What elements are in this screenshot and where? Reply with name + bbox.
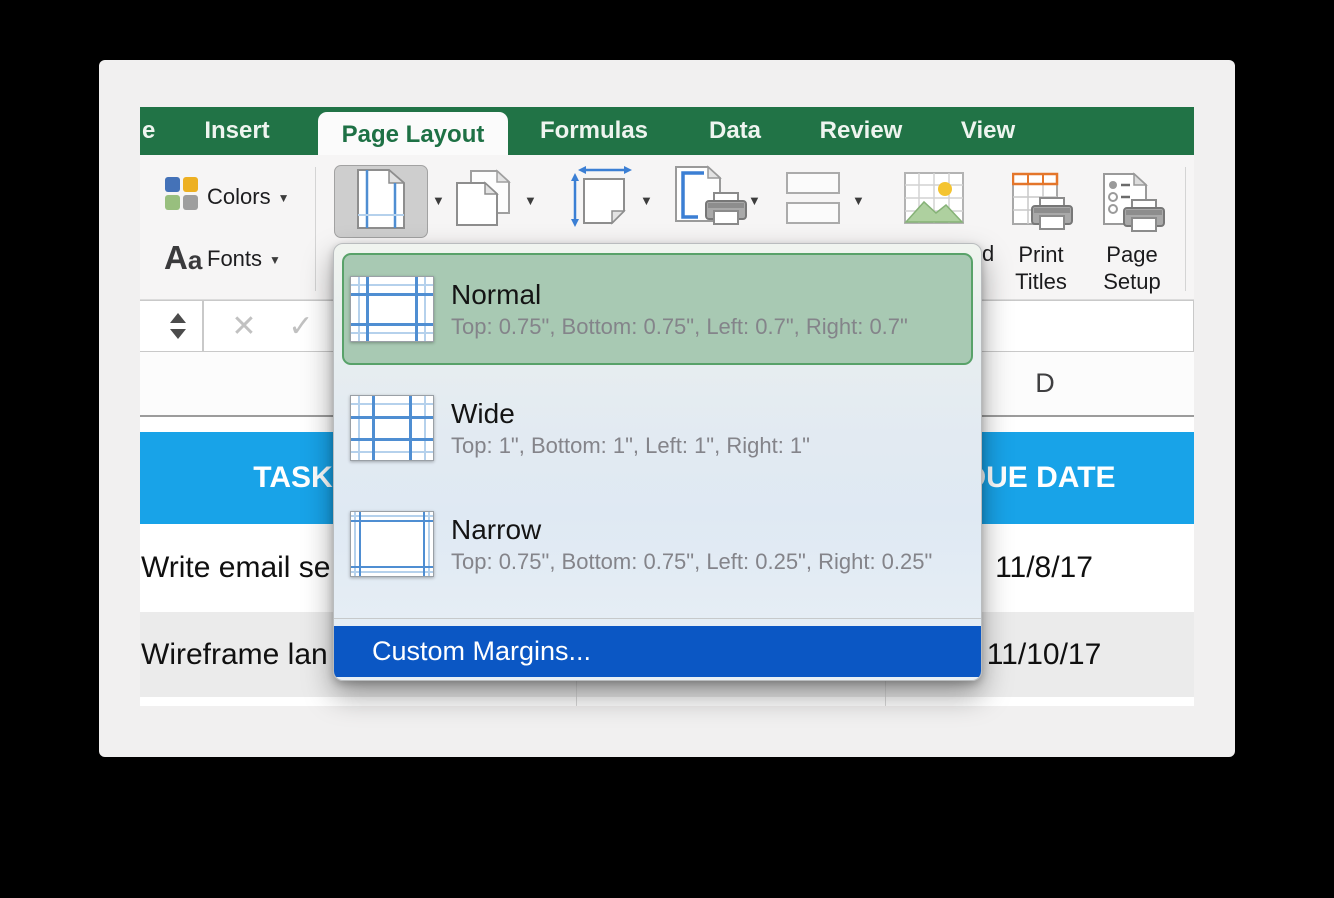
print-titles-label: PrintTitles [1015, 241, 1067, 295]
tab-insert[interactable]: Insert [204, 107, 269, 155]
tab-data[interactable]: Data [709, 107, 761, 155]
print-titles-button[interactable] [1012, 172, 1074, 237]
page-setup-icon [1102, 219, 1166, 236]
tab-formulas[interactable]: Formulas [540, 107, 648, 155]
page-setup-line1: Page [1106, 242, 1157, 267]
tab-view[interactable]: View [961, 107, 1015, 155]
margins-icon [357, 169, 405, 234]
fonts-label: Fonts [207, 246, 262, 271]
menu-item-text: Normal Top: 0.75", Bottom: 0.75", Left: … [451, 279, 908, 340]
cell-task-1[interactable]: Write email se [141, 524, 331, 612]
page-setup-line2: Setup [1103, 269, 1161, 294]
cell-due-date-2[interactable]: 11/10/17 [974, 612, 1114, 697]
print-titles-line2: Titles [1015, 269, 1067, 294]
fonts-icon: Aa [164, 239, 202, 277]
background-icon [904, 215, 964, 232]
menu-item-wide[interactable]: Wide Top: 1", Bottom: 1", Left: 1", Righ… [342, 372, 973, 484]
header-cell-due-date[interactable]: DUE DATE [964, 432, 1115, 524]
page-setup-label: PageSetup [1103, 241, 1161, 295]
fonts-icon-big-a: A [164, 239, 188, 276]
name-box-stepper[interactable] [170, 313, 186, 341]
colors-button[interactable]: Colors ▼ [207, 184, 289, 210]
menu-item-text: Wide Top: 1", Bottom: 1", Left: 1", Righ… [451, 398, 810, 459]
orientation-button[interactable] [455, 169, 521, 232]
menu-item-details: Top: 0.75", Bottom: 0.75", Left: 0.7", R… [451, 314, 908, 340]
cancel-icon[interactable]: ✕ [231, 301, 256, 353]
column-header-d[interactable]: D [1020, 352, 1070, 415]
confirm-icon[interactable]: ✓ [288, 301, 313, 353]
background-label-partial: d [982, 241, 994, 267]
menu-item-narrow[interactable]: Narrow Top: 0.75", Bottom: 0.75", Left: … [342, 488, 973, 600]
menu-item-details: Top: 1", Bottom: 1", Left: 1", Right: 1" [451, 433, 810, 459]
orientation-dropdown-arrow[interactable]: ▼ [524, 193, 537, 208]
size-icon [570, 214, 632, 231]
breaks-icon [782, 211, 844, 228]
margin-preview-normal-icon [350, 276, 434, 342]
theme-colors-icon [165, 177, 198, 212]
margin-preview-narrow-icon [350, 511, 434, 577]
ribbon-divider [315, 167, 316, 291]
menu-item-text: Narrow Top: 0.75", Bottom: 0.75", Left: … [451, 514, 932, 575]
tab-review[interactable]: Review [820, 107, 903, 155]
header-cell-task[interactable]: TASK [253, 432, 332, 524]
print-titles-line1: Print [1018, 242, 1063, 267]
ribbon-tab-bar: e Insert Page Layout Formulas Data Revie… [140, 107, 1194, 155]
print-area-icon [674, 214, 748, 231]
margins-button[interactable] [334, 165, 428, 238]
menu-item-title: Wide [451, 398, 810, 430]
print-area-button[interactable] [674, 165, 748, 232]
colors-label: Colors [207, 184, 271, 209]
menu-item-normal[interactable]: Normal Top: 0.75", Bottom: 0.75", Left: … [342, 253, 973, 365]
size-dropdown-arrow[interactable]: ▼ [640, 193, 653, 208]
background-button[interactable] [904, 172, 964, 233]
cell-task-2[interactable]: Wireframe lan [141, 612, 328, 697]
excel-window: e Insert Page Layout Formulas Data Revie… [99, 60, 1235, 757]
fonts-button[interactable]: Fonts ▼ [207, 246, 281, 272]
print-titles-icon [1012, 219, 1074, 236]
margin-preview-wide-icon [350, 395, 434, 461]
tab-home-partial[interactable]: e [142, 107, 155, 155]
ribbon-divider [1185, 167, 1186, 291]
chevron-down-icon: ▼ [278, 191, 290, 205]
sheet-bottom-strip [140, 697, 1194, 706]
menu-item-title: Narrow [451, 514, 932, 546]
screenshot-stage: e Insert Page Layout Formulas Data Revie… [0, 0, 1334, 898]
breaks-button[interactable] [782, 172, 844, 229]
menu-divider [334, 618, 982, 619]
custom-margins-item[interactable]: Custom Margins... [334, 626, 982, 677]
stepper-up-icon [170, 313, 186, 323]
chevron-down-icon: ▼ [269, 253, 281, 267]
margins-menu: Normal Top: 0.75", Bottom: 0.75", Left: … [333, 243, 982, 681]
margins-dropdown-arrow[interactable]: ▼ [432, 193, 445, 208]
page-setup-button[interactable] [1102, 172, 1166, 237]
print-area-dropdown-arrow[interactable]: ▼ [748, 193, 761, 208]
stepper-down-icon [170, 329, 186, 339]
breaks-dropdown-arrow[interactable]: ▼ [852, 193, 865, 208]
tab-page-layout[interactable]: Page Layout [318, 112, 508, 155]
cell-due-date-1[interactable]: 11/8/17 [974, 524, 1114, 612]
name-box[interactable] [140, 300, 203, 352]
fonts-icon-small-a: a [188, 245, 202, 275]
menu-item-details: Top: 0.75", Bottom: 0.75", Left: 0.25", … [451, 549, 932, 575]
size-button[interactable] [570, 165, 632, 232]
menu-item-title: Normal [451, 279, 908, 311]
orientation-icon [455, 214, 521, 231]
